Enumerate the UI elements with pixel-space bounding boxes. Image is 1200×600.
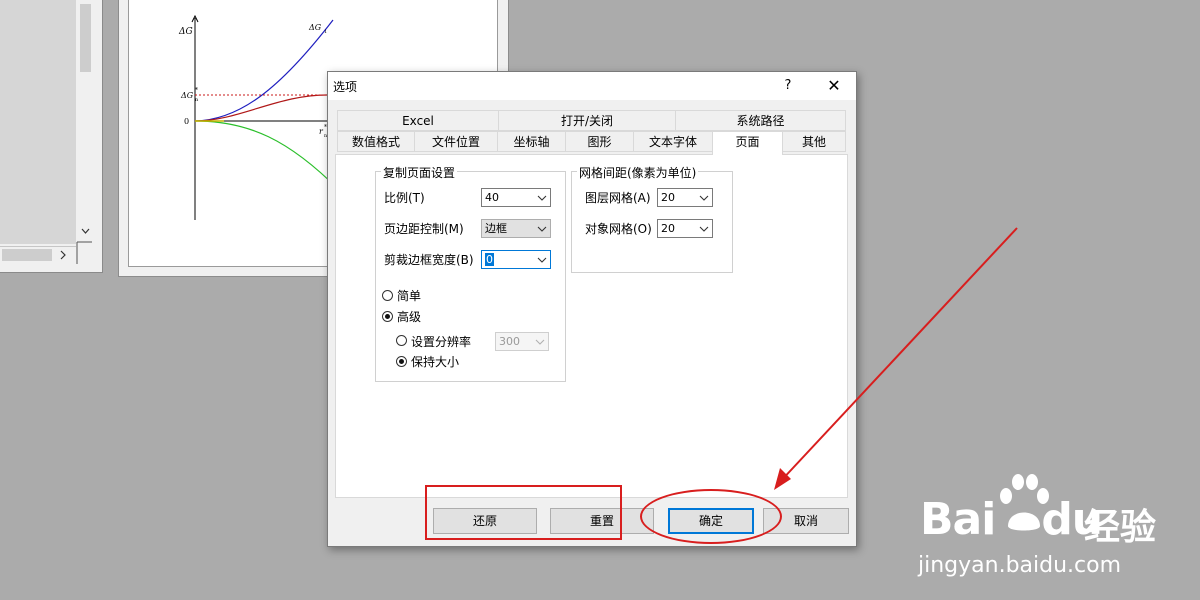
resolution-select[interactable]: 300: [495, 332, 549, 351]
set-resolution-radio[interactable]: [396, 335, 407, 346]
tab-file-location[interactable]: 文件位置: [414, 131, 498, 152]
chevron-down-icon: [699, 195, 709, 201]
object-grid-select[interactable]: 20: [657, 219, 713, 238]
crop-border-select[interactable]: 0: [481, 250, 551, 269]
keep-size-radio[interactable]: [396, 356, 407, 367]
tab-axis[interactable]: 坐标轴: [497, 131, 566, 152]
chevron-down-icon: [535, 339, 545, 345]
set-resolution-label: 设置分辨率: [411, 335, 472, 349]
dialog-title: 选项: [333, 80, 358, 94]
tab-system-path[interactable]: 系统路径: [675, 110, 846, 131]
background-window: [0, 0, 103, 273]
keep-size-label: 保持大小: [411, 355, 460, 369]
chevron-down-icon: [699, 226, 709, 232]
g1-label: ΔG: [308, 23, 322, 32]
margin-control-select[interactable]: 边框: [481, 219, 551, 238]
object-grid-value: 20: [661, 222, 675, 235]
y-axis-label: ΔG: [178, 27, 193, 37]
scale-value: 40: [485, 191, 499, 204]
scale-label: 比例(T): [384, 191, 425, 205]
chevron-down-icon: [537, 257, 547, 263]
scroll-down-icon[interactable]: [80, 226, 91, 236]
layer-grid-label: 图层网格(A): [585, 191, 651, 205]
crop-border-value: 0: [485, 253, 494, 266]
scroll-right-icon[interactable]: [58, 249, 68, 261]
horizontal-scrollbar-thumb[interactable]: [2, 249, 52, 261]
gn-subscript: n: [195, 97, 199, 103]
layer-grid-select[interactable]: 20: [657, 188, 713, 207]
layer-grid-value: 20: [661, 191, 675, 204]
chevron-down-icon: [537, 195, 547, 201]
jingyan-url: jingyan.baidu.com: [918, 553, 1122, 578]
curve-delta-gn: [194, 94, 339, 122]
tab-text-font[interactable]: 文本字体: [633, 131, 713, 152]
curve-green: [194, 120, 340, 191]
scale-select[interactable]: 40: [481, 188, 551, 207]
margin-control-label: 页边距控制(M): [384, 222, 464, 236]
resolution-value: 300: [499, 335, 520, 348]
baidu-paw-icon: [1000, 474, 1049, 531]
tab-open-close[interactable]: 打开/关闭: [498, 110, 676, 131]
origin-label: 0: [184, 117, 189, 126]
g1-subscript: 1: [324, 29, 327, 35]
crop-border-label: 剪裁边框宽度(B): [384, 253, 474, 267]
gn-superscript: *: [195, 87, 198, 94]
background-window-content: [0, 0, 76, 244]
chevron-down-icon: [537, 226, 547, 232]
close-icon[interactable]: ✕: [820, 75, 848, 97]
advanced-label: 高级: [397, 310, 422, 324]
margin-control-value: 边框: [485, 222, 507, 235]
grid-spacing-legend: 网格间距(像素为单位): [577, 164, 699, 181]
tab-other[interactable]: 其他: [782, 131, 846, 152]
jingyan-brand-text: 经验: [1084, 507, 1157, 548]
resize-grip-icon[interactable]: [74, 240, 94, 266]
gn-label: ΔG: [180, 91, 194, 100]
dialog-titlebar[interactable]: 选项 ? ✕: [328, 72, 856, 100]
tab-page[interactable]: 页面: [712, 131, 783, 155]
annotation-box: [425, 485, 622, 540]
advanced-radio[interactable]: [382, 311, 393, 322]
tab-excel[interactable]: Excel: [337, 110, 499, 131]
tab-graph[interactable]: 图形: [565, 131, 634, 152]
simple-radio[interactable]: [382, 290, 393, 301]
object-grid-label: 对象网格(O): [585, 222, 652, 236]
help-icon[interactable]: ?: [778, 76, 798, 96]
annotation-arrow-icon: [774, 227, 1018, 490]
simple-label: 简单: [397, 289, 422, 303]
baidu-brand-text: Bai: [920, 494, 996, 545]
scrollbar-thumb[interactable]: [80, 4, 91, 72]
copy-page-settings-legend: 复制页面设置: [381, 164, 458, 181]
tab-number-format[interactable]: 数值格式: [337, 131, 415, 152]
